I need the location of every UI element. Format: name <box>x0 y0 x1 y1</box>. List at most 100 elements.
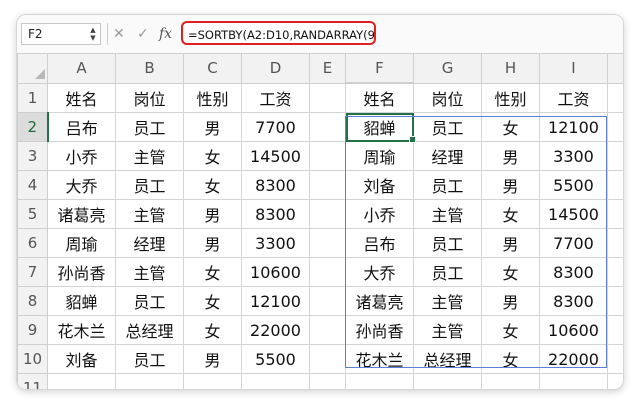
cell-f9[interactable]: 孙尚香 <box>345 315 414 345</box>
column-header-h[interactable]: H <box>481 53 540 84</box>
cell-i10[interactable]: 22000 <box>539 344 608 374</box>
cell-e6[interactable] <box>309 228 346 258</box>
column-header-d[interactable]: D <box>241 53 310 84</box>
cell-d2[interactable]: 7700 <box>241 112 310 142</box>
cell-e5[interactable] <box>309 199 346 229</box>
column-header-e[interactable]: E <box>309 53 346 84</box>
cell-b9[interactable]: 总经理 <box>115 315 184 345</box>
cell-g1[interactable]: 岗位 <box>413 82 482 113</box>
column-header-g[interactable]: G <box>413 53 482 84</box>
cell-i8[interactable]: 8300 <box>539 286 608 316</box>
insert-function-icon[interactable]: fx <box>159 24 172 44</box>
cell-g2[interactable]: 员工 <box>413 112 482 142</box>
cell-i7[interactable]: 8300 <box>539 257 608 287</box>
column-header-b[interactable]: B <box>115 53 184 84</box>
cell-h11[interactable] <box>481 373 540 389</box>
cell-e3[interactable] <box>309 141 346 171</box>
cell-a4[interactable]: 大乔 <box>47 170 116 200</box>
cell-b4[interactable]: 员工 <box>115 170 184 200</box>
cell-c7[interactable]: 女 <box>183 257 242 287</box>
cell-f3[interactable]: 周瑜 <box>345 141 414 171</box>
cell-f7[interactable]: 大乔 <box>345 257 414 287</box>
cell-b6[interactable]: 经理 <box>115 228 184 258</box>
cell-h4[interactable]: 男 <box>481 170 540 200</box>
cell-d10[interactable]: 5500 <box>241 344 310 374</box>
cell-g3[interactable]: 经理 <box>413 141 482 171</box>
cell-c10[interactable]: 男 <box>183 344 242 374</box>
cell-d7[interactable]: 10600 <box>241 257 310 287</box>
cell-c11[interactable] <box>183 373 242 389</box>
cell-h3[interactable]: 男 <box>481 141 540 171</box>
cell-d8[interactable]: 12100 <box>241 286 310 316</box>
cell-h5[interactable]: 女 <box>481 199 540 229</box>
cell-c3[interactable]: 女 <box>183 141 242 171</box>
cell-d1[interactable]: 工资 <box>241 82 310 113</box>
cell-g6[interactable]: 员工 <box>413 228 482 258</box>
cell-f4[interactable]: 刘备 <box>345 170 414 200</box>
cell-b1[interactable]: 岗位 <box>115 82 184 113</box>
cell-a5[interactable]: 诸葛亮 <box>47 199 116 229</box>
cell-d3[interactable]: 14500 <box>241 141 310 171</box>
cancel-icon[interactable]: ✕ <box>113 24 125 44</box>
cell-b11[interactable] <box>115 373 184 389</box>
row-header-1[interactable]: 1 <box>17 82 48 113</box>
cell-h6[interactable]: 男 <box>481 228 540 258</box>
cell-d6[interactable]: 3300 <box>241 228 310 258</box>
cell-i5[interactable]: 14500 <box>539 199 608 229</box>
column-header-a[interactable]: A <box>47 53 116 84</box>
cell-i6[interactable]: 7700 <box>539 228 608 258</box>
cell-g8[interactable]: 主管 <box>413 286 482 316</box>
cell-b8[interactable]: 员工 <box>115 286 184 316</box>
row-header-6[interactable]: 6 <box>17 228 48 258</box>
row-header-3[interactable]: 3 <box>17 141 48 171</box>
cell-a11[interactable] <box>47 373 116 389</box>
cell-d9[interactable]: 22000 <box>241 315 310 345</box>
row-header-4[interactable]: 4 <box>17 170 48 200</box>
cell-e11[interactable] <box>309 373 346 389</box>
cell-c4[interactable]: 女 <box>183 170 242 200</box>
formula-input[interactable]: =SORTBY(A2:D10,RANDARRAY(9),1) <box>181 21 376 45</box>
cell-e1[interactable] <box>309 82 346 113</box>
cell-g10[interactable]: 总经理 <box>413 344 482 374</box>
cell-e7[interactable] <box>309 257 346 287</box>
check-icon[interactable]: ✓ <box>137 24 149 44</box>
cell-f1[interactable]: 姓名 <box>345 82 414 113</box>
cell-a6[interactable]: 周瑜 <box>47 228 116 258</box>
cell-g4[interactable]: 员工 <box>413 170 482 200</box>
row-header-10[interactable]: 10 <box>17 344 48 374</box>
cell-c9[interactable]: 女 <box>183 315 242 345</box>
cell-e8[interactable] <box>309 286 346 316</box>
cell-a1[interactable]: 姓名 <box>47 82 116 113</box>
cell-h10[interactable]: 女 <box>481 344 540 374</box>
cell-a7[interactable]: 孙尚香 <box>47 257 116 287</box>
cell-e4[interactable] <box>309 170 346 200</box>
cell-c2[interactable]: 男 <box>183 112 242 142</box>
cell-h8[interactable]: 男 <box>481 286 540 316</box>
cell-e9[interactable] <box>309 315 346 345</box>
cell-h1[interactable]: 性别 <box>481 82 540 113</box>
cell-g11[interactable] <box>413 373 482 389</box>
select-all-corner[interactable] <box>17 53 48 84</box>
cell-i1[interactable]: 工资 <box>539 82 608 113</box>
name-box[interactable]: F2 ▲ ▼ <box>21 23 101 45</box>
cell-i2[interactable]: 12100 <box>539 112 608 142</box>
cell-f6[interactable]: 吕布 <box>345 228 414 258</box>
row-header-2[interactable]: 2 <box>17 112 49 142</box>
column-header-c[interactable]: C <box>183 53 242 84</box>
column-header-i[interactable]: I <box>539 53 608 84</box>
cell-h7[interactable]: 女 <box>481 257 540 287</box>
row-header-7[interactable]: 7 <box>17 257 48 287</box>
cell-b2[interactable]: 员工 <box>115 112 184 142</box>
column-header-f[interactable]: F <box>345 53 414 84</box>
cell-d5[interactable]: 8300 <box>241 199 310 229</box>
cell-a10[interactable]: 刘备 <box>47 344 116 374</box>
cell-a8[interactable]: 貂蝉 <box>47 286 116 316</box>
cell-c1[interactable]: 性别 <box>183 82 242 113</box>
cell-b3[interactable]: 主管 <box>115 141 184 171</box>
cell-d11[interactable] <box>241 373 310 389</box>
name-box-arrows-icon[interactable]: ▲ ▼ <box>89 26 97 42</box>
cell-b5[interactable]: 主管 <box>115 199 184 229</box>
cell-i3[interactable]: 3300 <box>539 141 608 171</box>
cell-f2[interactable]: 貂蝉 <box>345 112 414 142</box>
cell-g7[interactable]: 员工 <box>413 257 482 287</box>
